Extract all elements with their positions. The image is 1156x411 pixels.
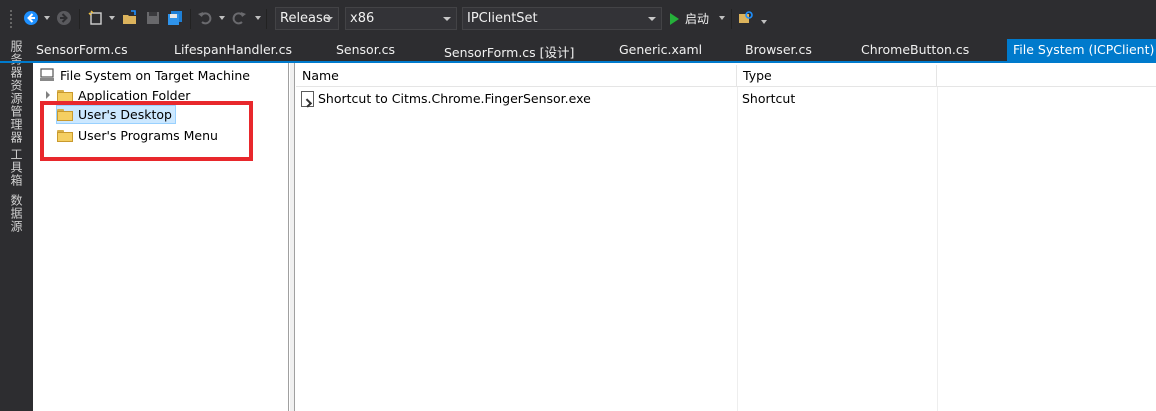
toolbar-grip[interactable]: [9, 9, 13, 29]
start-label: 启动: [685, 12, 710, 26]
platform-combo[interactable]: x86: [345, 7, 457, 30]
start-button[interactable]: 启动: [670, 8, 709, 29]
tab-sensorform-cs[interactable]: SensorForm.cs: [36, 42, 128, 61]
configuration-combo[interactable]: Release: [275, 7, 339, 30]
platform-value: x86: [350, 11, 375, 26]
open-icon[interactable]: [121, 8, 139, 28]
undo-dropdown-caret[interactable]: [219, 16, 225, 20]
server-explorer-tab[interactable]: 服务器资源管理器: [8, 40, 25, 144]
toolbar: Release x86 IPClientSet 启动: [0, 0, 1156, 38]
undo-icon[interactable]: [196, 8, 214, 28]
shortcut-icon: [301, 91, 314, 107]
expand-arrow-icon[interactable]: [46, 91, 50, 99]
find-icon[interactable]: [737, 8, 755, 28]
back-icon[interactable]: [22, 8, 40, 28]
tab-browser-cs[interactable]: Browser.cs: [745, 42, 812, 61]
redo-dropdown-caret[interactable]: [255, 16, 261, 20]
tab-generic-xaml[interactable]: Generic.xaml: [619, 42, 702, 61]
data-sources-tab[interactable]: 数据源: [8, 194, 25, 233]
tab-lifespanhandler-cs[interactable]: LifespanHandler.cs: [174, 42, 292, 61]
start-dropdown-caret[interactable]: [719, 16, 725, 20]
chevron-down-icon: [648, 17, 656, 21]
new-project-icon[interactable]: [87, 8, 105, 28]
redo-icon[interactable]: [230, 8, 248, 28]
tab-sensorform-designer[interactable]: SensorForm.cs [设计]: [444, 42, 574, 61]
toolbar-separator: [190, 9, 191, 29]
tab-sensor-cs[interactable]: Sensor.cs: [336, 42, 395, 61]
toolbar-overflow-caret[interactable]: [761, 20, 767, 24]
save-all-icon[interactable]: [166, 8, 184, 28]
column-header-name[interactable]: Name: [296, 65, 737, 87]
startup-project-combo[interactable]: IPClientSet: [462, 7, 662, 30]
column-divider: [737, 87, 738, 411]
tree-root-label: File System on Target Machine: [60, 67, 250, 83]
back-dropdown-caret[interactable]: [44, 16, 50, 20]
document-tab-strip: SensorForm.cs LifespanHandler.cs Sensor.…: [30, 38, 1156, 61]
chevron-down-icon: [443, 17, 451, 21]
side-tool-tabs: 服务器资源管理器 工具箱 数据源: [0, 38, 30, 411]
tab-chromebutton-cs[interactable]: ChromeButton.cs: [861, 42, 969, 61]
list-item-name: Shortcut to Citms.Chrome.FingerSensor.ex…: [318, 91, 591, 106]
play-icon: [670, 12, 679, 25]
toolbar-separator: [731, 9, 732, 29]
list-item[interactable]: Shortcut to Citms.Chrome.FingerSensor.ex…: [296, 90, 1156, 108]
tab-file-system[interactable]: File System (ICPClient): [1007, 39, 1156, 61]
pane-splitter[interactable]: [290, 63, 295, 411]
list-item-type: Shortcut: [742, 91, 796, 106]
column-header-type[interactable]: Type: [737, 65, 937, 87]
chevron-down-icon: [325, 17, 333, 21]
new-dropdown-caret[interactable]: [109, 16, 115, 20]
toolbar-separator: [79, 9, 80, 29]
list-header: Name Type: [296, 65, 1156, 87]
file-list: Name Type Shortcut to Citms.Chrome.Finge…: [296, 63, 1156, 411]
startup-project-value: IPClientSet: [467, 11, 538, 26]
highlight-annotation-box: [40, 101, 253, 161]
toolbar-separator: [266, 9, 267, 29]
save-icon[interactable]: [144, 8, 162, 28]
column-divider: [937, 87, 938, 411]
forward-icon[interactable]: [55, 8, 73, 28]
tab-file-system-label: File System (ICPClient): [1013, 42, 1155, 57]
folder-icon: [57, 89, 73, 102]
computer-icon: [39, 68, 57, 82]
toolbox-tab[interactable]: 工具箱: [8, 148, 25, 187]
tree-root[interactable]: File System on Target Machine: [39, 66, 250, 84]
configuration-value: Release: [280, 11, 331, 26]
